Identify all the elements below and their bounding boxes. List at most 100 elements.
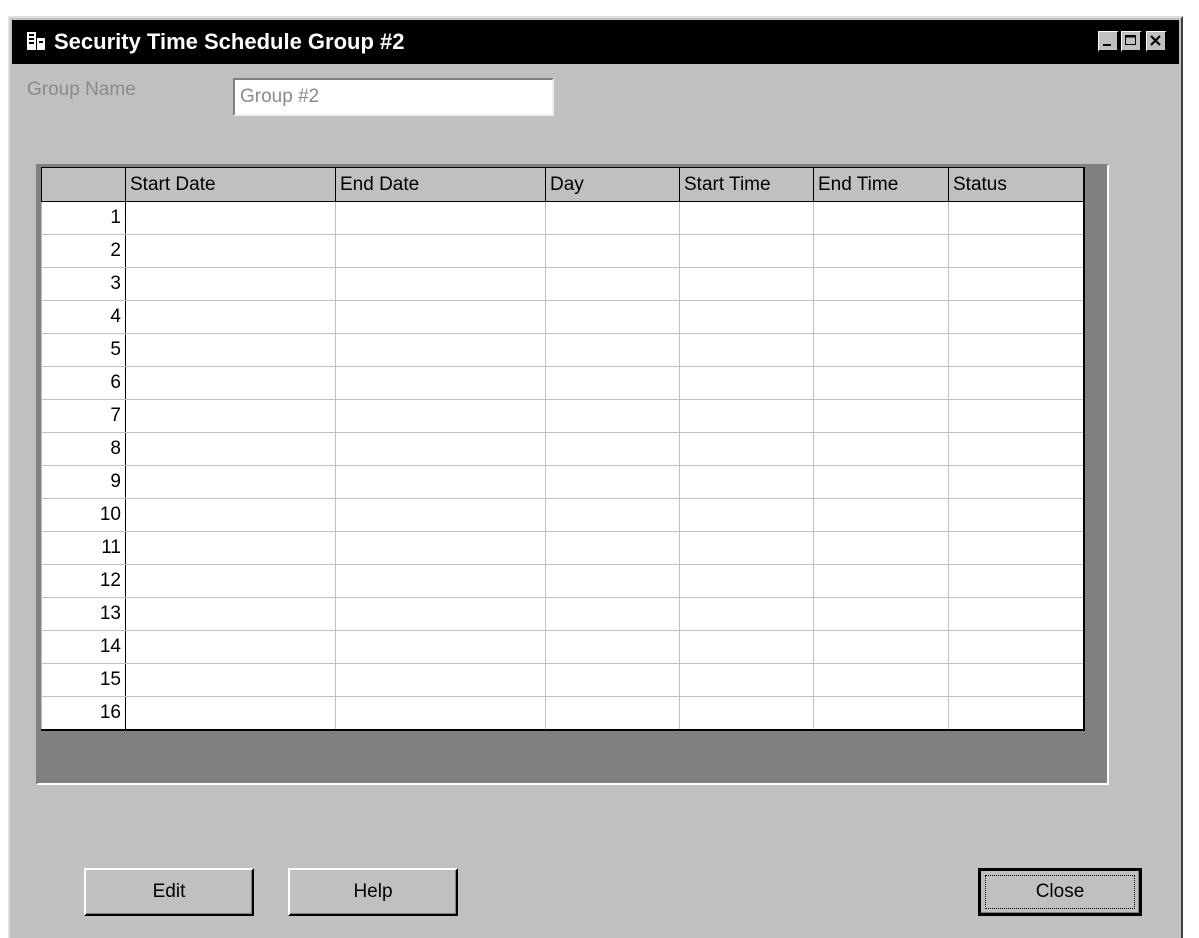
row-number[interactable]: 11 bbox=[41, 531, 126, 565]
cell-status[interactable] bbox=[948, 465, 1084, 499]
cell-end-time[interactable] bbox=[813, 201, 949, 235]
cell-start-date[interactable] bbox=[125, 531, 336, 565]
cell-start-date[interactable] bbox=[125, 399, 336, 433]
minimize-button[interactable] bbox=[1098, 31, 1119, 52]
row-number[interactable]: 3 bbox=[41, 267, 126, 301]
cell-start-date[interactable] bbox=[125, 498, 336, 532]
cell-start-date[interactable] bbox=[125, 234, 336, 268]
cell-day[interactable] bbox=[545, 663, 680, 697]
cell-day[interactable] bbox=[545, 465, 680, 499]
cell-start-date[interactable] bbox=[125, 564, 336, 598]
row-number[interactable]: 9 bbox=[41, 465, 126, 499]
cell-start-date[interactable] bbox=[125, 366, 336, 400]
table-row[interactable]: 11 bbox=[41, 531, 1084, 565]
cell-end-time[interactable] bbox=[813, 663, 949, 697]
schedule-table[interactable]: Start Date End Date Day Start Time End T… bbox=[41, 167, 1085, 731]
cell-start-time[interactable] bbox=[679, 465, 814, 499]
cell-start-time[interactable] bbox=[679, 696, 814, 731]
cell-start-date[interactable] bbox=[125, 696, 336, 731]
cell-end-time[interactable] bbox=[813, 564, 949, 598]
cell-end-date[interactable] bbox=[335, 333, 546, 367]
cell-start-date[interactable] bbox=[125, 432, 336, 466]
table-row[interactable]: 10 bbox=[41, 498, 1084, 532]
cell-day[interactable] bbox=[545, 267, 680, 301]
cell-status[interactable] bbox=[948, 399, 1084, 433]
row-number[interactable]: 6 bbox=[41, 366, 126, 400]
table-row[interactable]: 2 bbox=[41, 234, 1084, 268]
cell-end-time[interactable] bbox=[813, 630, 949, 664]
cell-start-time[interactable] bbox=[679, 663, 814, 697]
group-name-field[interactable]: Group #2 bbox=[233, 78, 554, 116]
cell-end-date[interactable] bbox=[335, 597, 546, 631]
table-row[interactable]: 1 bbox=[41, 201, 1084, 235]
cell-end-date[interactable] bbox=[335, 663, 546, 697]
table-row[interactable]: 12 bbox=[41, 564, 1084, 598]
cell-start-time[interactable] bbox=[679, 531, 814, 565]
cell-status[interactable] bbox=[948, 663, 1084, 697]
cell-status[interactable] bbox=[948, 498, 1084, 532]
row-number[interactable]: 10 bbox=[41, 498, 126, 532]
cell-start-date[interactable] bbox=[125, 663, 336, 697]
row-number[interactable]: 4 bbox=[41, 300, 126, 334]
app-icon[interactable] bbox=[26, 30, 46, 52]
cell-start-date[interactable] bbox=[125, 465, 336, 499]
cell-day[interactable] bbox=[545, 300, 680, 334]
table-row[interactable]: 16 bbox=[41, 696, 1084, 731]
cell-end-time[interactable] bbox=[813, 531, 949, 565]
cell-status[interactable] bbox=[948, 432, 1084, 466]
cell-end-date[interactable] bbox=[335, 432, 546, 466]
cell-end-time[interactable] bbox=[813, 465, 949, 499]
cell-status[interactable] bbox=[948, 201, 1084, 235]
cell-end-time[interactable] bbox=[813, 498, 949, 532]
table-row[interactable]: 14 bbox=[41, 630, 1084, 664]
cell-status[interactable] bbox=[948, 234, 1084, 268]
cell-start-time[interactable] bbox=[679, 597, 814, 631]
table-row[interactable]: 3 bbox=[41, 267, 1084, 301]
column-header-status[interactable]: Status bbox=[948, 167, 1084, 202]
cell-day[interactable] bbox=[545, 630, 680, 664]
cell-start-time[interactable] bbox=[679, 630, 814, 664]
table-row[interactable]: 6 bbox=[41, 366, 1084, 400]
cell-day[interactable] bbox=[545, 399, 680, 433]
table-row[interactable]: 7 bbox=[41, 399, 1084, 433]
cell-day[interactable] bbox=[545, 432, 680, 466]
maximize-button[interactable] bbox=[1121, 31, 1142, 52]
cell-status[interactable] bbox=[948, 300, 1084, 334]
edit-button[interactable]: Edit bbox=[84, 868, 254, 916]
cell-end-date[interactable] bbox=[335, 234, 546, 268]
cell-day[interactable] bbox=[545, 531, 680, 565]
cell-end-date[interactable] bbox=[335, 300, 546, 334]
column-header-start-time[interactable]: Start Time bbox=[679, 167, 814, 202]
column-header-day[interactable]: Day bbox=[545, 167, 680, 202]
row-number[interactable]: 1 bbox=[41, 201, 126, 235]
row-number[interactable]: 5 bbox=[41, 333, 126, 367]
schedule-grid[interactable]: Start Date End Date Day Start Time End T… bbox=[36, 164, 1109, 785]
cell-end-time[interactable] bbox=[813, 366, 949, 400]
row-number[interactable]: 14 bbox=[41, 630, 126, 664]
cell-status[interactable] bbox=[948, 696, 1084, 731]
cell-day[interactable] bbox=[545, 498, 680, 532]
cell-start-date[interactable] bbox=[125, 597, 336, 631]
cell-start-time[interactable] bbox=[679, 333, 814, 367]
cell-end-time[interactable] bbox=[813, 432, 949, 466]
cell-start-time[interactable] bbox=[679, 432, 814, 466]
close-window-button[interactable] bbox=[1146, 31, 1167, 52]
cell-status[interactable] bbox=[948, 366, 1084, 400]
cell-end-time[interactable] bbox=[813, 300, 949, 334]
column-header-start-date[interactable]: Start Date bbox=[125, 167, 336, 202]
cell-status[interactable] bbox=[948, 531, 1084, 565]
cell-start-time[interactable] bbox=[679, 399, 814, 433]
row-number[interactable]: 13 bbox=[41, 597, 126, 631]
cell-day[interactable] bbox=[545, 366, 680, 400]
cell-day[interactable] bbox=[545, 597, 680, 631]
cell-day[interactable] bbox=[545, 333, 680, 367]
column-header-end-time[interactable]: End Time bbox=[813, 167, 949, 202]
cell-day[interactable] bbox=[545, 696, 680, 731]
close-button[interactable]: Close bbox=[978, 868, 1142, 916]
cell-end-time[interactable] bbox=[813, 696, 949, 731]
cell-end-date[interactable] bbox=[335, 531, 546, 565]
cell-start-date[interactable] bbox=[125, 630, 336, 664]
cell-end-date[interactable] bbox=[335, 696, 546, 731]
row-number[interactable]: 12 bbox=[41, 564, 126, 598]
table-row[interactable]: 15 bbox=[41, 663, 1084, 697]
